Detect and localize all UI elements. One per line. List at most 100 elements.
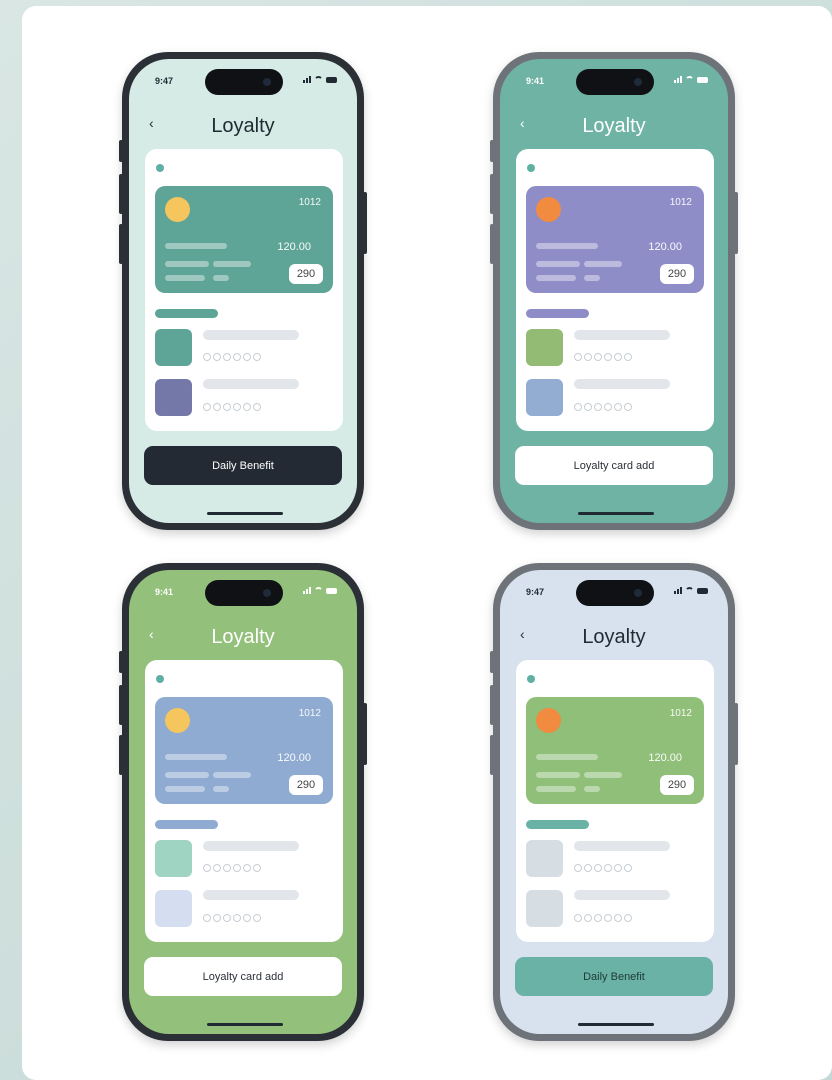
phone-mockup-3: 9:41 ‹ Loyalty 1012 120.00 290 Loyalty c…: [119, 563, 367, 1041]
card-amount: 120.00: [648, 241, 682, 253]
reward-thumbnail[interactable]: [155, 890, 192, 927]
dynamic-island: [576, 580, 654, 606]
loyalty-card[interactable]: 1012 120.00 290: [526, 697, 704, 804]
battery-icon: [326, 76, 337, 83]
points-badge: 290: [660, 775, 694, 795]
signal-icon: [674, 76, 682, 83]
page-title: Loyalty: [582, 626, 646, 648]
phone-mockup-2: 9:41 ‹ Loyalty 1012 120.00 290 Loyalty c…: [490, 52, 738, 530]
battery-icon: [326, 587, 337, 594]
status-icons: [674, 587, 708, 594]
coin-icon: [536, 197, 561, 222]
points-badge: 290: [660, 264, 694, 284]
indicator-dot: [527, 164, 535, 172]
battery-icon: [697, 587, 708, 594]
dynamic-island: [576, 69, 654, 95]
points-badge: 290: [289, 264, 323, 284]
status-icons: [303, 76, 337, 83]
card-number: 1012: [669, 197, 692, 208]
reward-thumbnail[interactable]: [155, 840, 192, 877]
page-title: Loyalty: [211, 626, 275, 648]
reward-title-placeholder: [203, 841, 299, 851]
primary-button[interactable]: Loyalty card add: [144, 957, 342, 996]
wifi-icon: [314, 587, 323, 594]
reward-title-placeholder: [203, 330, 299, 340]
primary-button[interactable]: Daily Benefit: [144, 446, 342, 485]
card-number: 1012: [298, 197, 321, 208]
status-time: 9:47: [526, 587, 545, 597]
card-number: 1012: [669, 708, 692, 719]
page-title: Loyalty: [211, 115, 275, 137]
primary-button[interactable]: Loyalty card add: [515, 446, 713, 485]
home-indicator: [207, 512, 283, 515]
phone-screen: 9:41 ‹ Loyalty 1012 120.00 290 Loyalty c…: [129, 570, 357, 1034]
wifi-icon: [685, 587, 694, 594]
status-time: 9:41: [155, 587, 174, 597]
reward-thumbnail[interactable]: [526, 329, 563, 366]
indicator-dot: [156, 675, 164, 683]
home-indicator: [207, 1023, 283, 1026]
coin-icon: [536, 708, 561, 733]
rating-dots: [203, 914, 261, 922]
wifi-icon: [314, 76, 323, 83]
home-indicator: [578, 1023, 654, 1026]
phone-screen: 9:41 ‹ Loyalty 1012 120.00 290 Loyalty c…: [500, 59, 728, 523]
phone-mockup-1: 9:47 ‹ Loyalty 1012 120.00 290 Daily Ben…: [119, 52, 367, 530]
dynamic-island: [205, 580, 283, 606]
rating-dots: [574, 403, 632, 411]
status-icons: [303, 587, 337, 594]
rating-dots: [203, 864, 261, 872]
card-amount: 120.00: [277, 241, 311, 253]
reward-title-placeholder: [203, 890, 299, 900]
signal-icon: [674, 587, 682, 594]
signal-icon: [303, 587, 311, 594]
reward-title-placeholder: [574, 379, 670, 389]
reward-thumbnail[interactable]: [155, 379, 192, 416]
rating-dots: [574, 914, 632, 922]
section-heading-placeholder: [155, 820, 218, 829]
reward-thumbnail[interactable]: [526, 890, 563, 927]
rating-dots: [203, 353, 261, 361]
status-time: 9:47: [155, 76, 174, 86]
wifi-icon: [685, 76, 694, 83]
phone-mockup-4: 9:47 ‹ Loyalty 1012 120.00 290 Daily Ben…: [490, 563, 738, 1041]
content-panel: 1012 120.00 290: [145, 660, 343, 942]
card-amount: 120.00: [277, 752, 311, 764]
home-indicator: [578, 512, 654, 515]
loyalty-card[interactable]: 1012 120.00 290: [155, 186, 333, 293]
loyalty-card[interactable]: 1012 120.00 290: [526, 186, 704, 293]
status-icons: [674, 76, 708, 83]
coin-icon: [165, 708, 190, 733]
reward-thumbnail[interactable]: [526, 379, 563, 416]
rating-dots: [203, 403, 261, 411]
card-amount: 120.00: [648, 752, 682, 764]
reward-title-placeholder: [203, 379, 299, 389]
reward-title-placeholder: [574, 890, 670, 900]
reward-thumbnail[interactable]: [155, 329, 192, 366]
indicator-dot: [527, 675, 535, 683]
coin-icon: [165, 197, 190, 222]
phone-screen: 9:47 ‹ Loyalty 1012 120.00 290 Daily Ben…: [129, 59, 357, 523]
content-panel: 1012 120.00 290: [145, 149, 343, 431]
points-badge: 290: [289, 775, 323, 795]
section-heading-placeholder: [526, 309, 589, 318]
page-title: Loyalty: [582, 115, 646, 137]
phone-screen: 9:47 ‹ Loyalty 1012 120.00 290 Daily Ben…: [500, 570, 728, 1034]
reward-title-placeholder: [574, 330, 670, 340]
reward-thumbnail[interactable]: [526, 840, 563, 877]
loyalty-card[interactable]: 1012 120.00 290: [155, 697, 333, 804]
signal-icon: [303, 76, 311, 83]
card-number: 1012: [298, 708, 321, 719]
status-time: 9:41: [526, 76, 545, 86]
rating-dots: [574, 864, 632, 872]
section-heading-placeholder: [155, 309, 218, 318]
content-panel: 1012 120.00 290: [516, 660, 714, 942]
primary-button[interactable]: Daily Benefit: [515, 957, 713, 996]
canvas-sheet: 9:47 ‹ Loyalty 1012 120.00 290 Daily Ben…: [22, 6, 832, 1080]
reward-title-placeholder: [574, 841, 670, 851]
section-heading-placeholder: [526, 820, 589, 829]
content-panel: 1012 120.00 290: [516, 149, 714, 431]
rating-dots: [574, 353, 632, 361]
battery-icon: [697, 76, 708, 83]
dynamic-island: [205, 69, 283, 95]
